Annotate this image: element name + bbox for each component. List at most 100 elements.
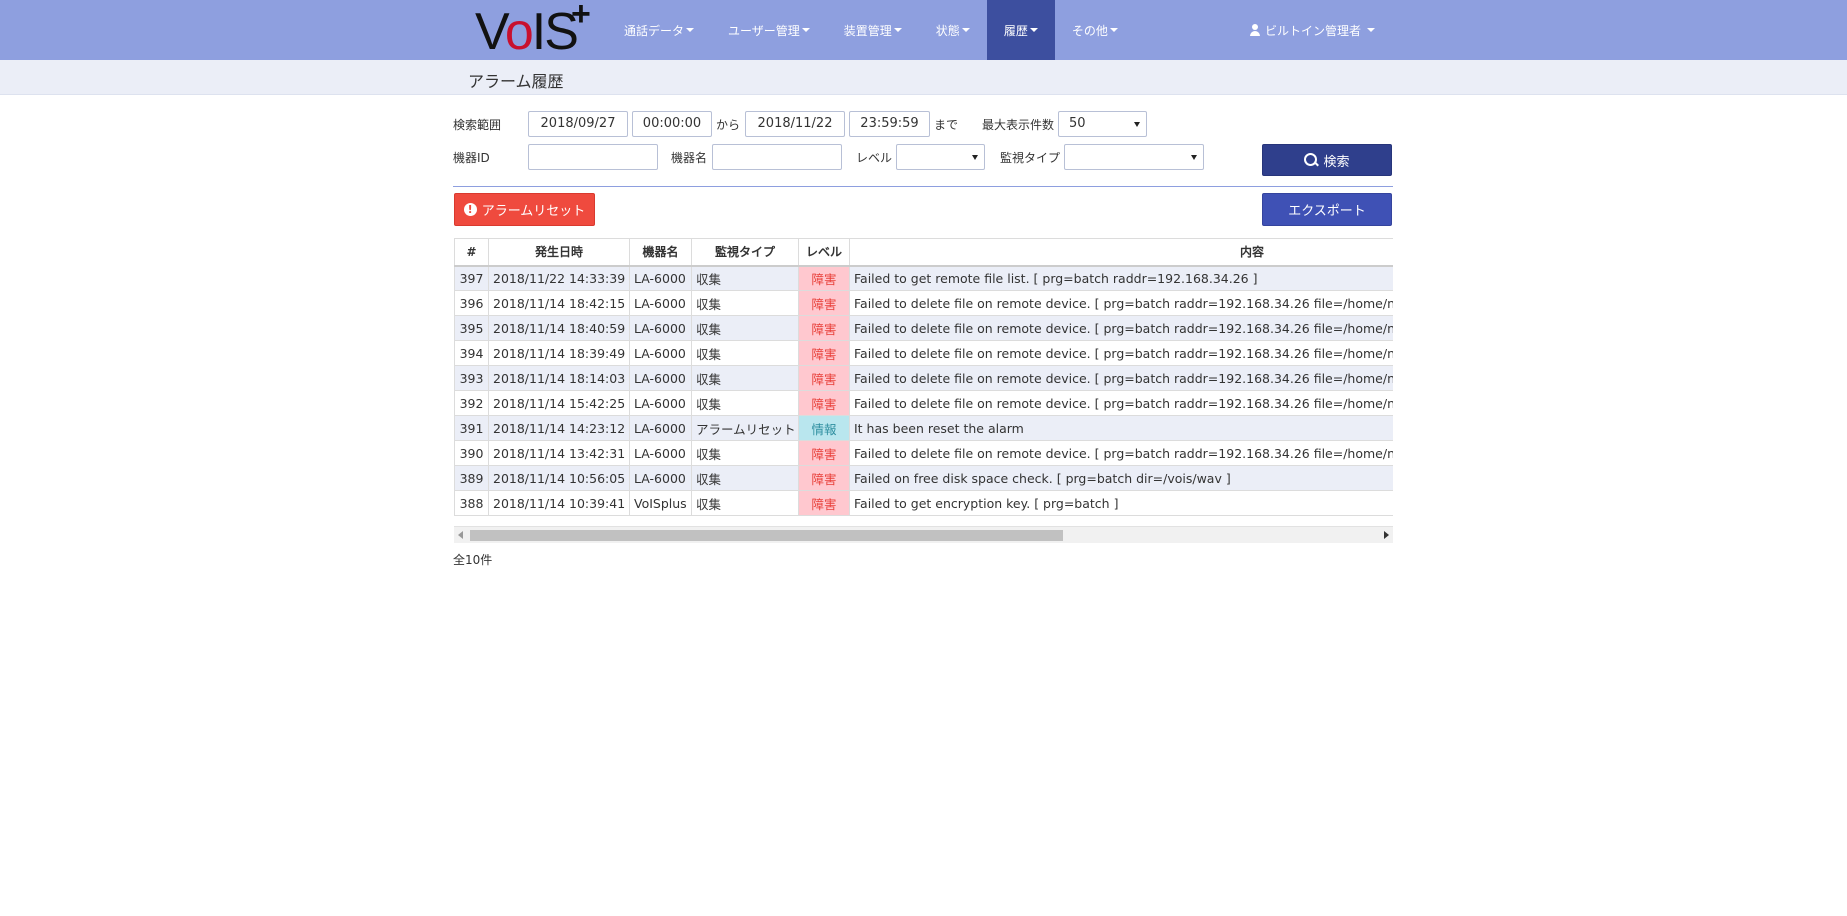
vois-logo[interactable]: VoIS + [471,0,594,61]
table-row[interactable]: 394 2018/11/14 18:39:49 LA-6000 収集 障害 Failed … [454,340,1393,366]
nav-status[interactable]: 状態 [919,0,987,60]
table-row[interactable]: 395 2018/11/14 18:40:59 LA-6000 収集 障害 Failed … [454,315,1393,341]
cell-level: 障害 [798,290,850,316]
caret-down-icon [893,28,902,32]
cell-number: 394 [454,340,489,366]
alarm-table: # 発生日時 機器名 監視タイプ レベル 内容 397 2018/11/22 14… [454,238,1393,516]
user-icon [1249,24,1261,36]
cell-level: 障害 [798,490,850,516]
cell-number: 396 [454,290,489,316]
nav-device-management[interactable]: 装置管理 [827,0,919,60]
cell-content: Failed to delete file on remote device. … [849,315,1393,341]
cell-number: 391 [454,415,489,441]
cell-number: 397 [454,265,489,291]
main-nav: 通話データ ユーザー管理 装置管理 状態 履歴 その他 [607,0,1135,60]
col-header-number[interactable]: # [454,238,489,267]
cell-level: 障害 [798,365,850,391]
table-row[interactable]: 388 2018/11/14 10:39:41 VoISplus 収集 障害 Failed… [454,490,1393,516]
cell-content: Failed to get remote file list. [ prg=ba… [849,265,1393,291]
cell-level: 障害 [798,340,850,366]
caret-down-icon [1367,28,1376,32]
max-count-label: 最大表示件数 [982,118,1055,132]
cell-datetime: 2018/11/14 18:42:15 [488,290,630,316]
table-row[interactable]: 392 2018/11/14 15:42:25 LA-6000 収集 障害 Failed … [454,390,1393,416]
scroll-right-arrow-icon[interactable] [1384,531,1389,539]
cell-number: 392 [454,390,489,416]
nav-user-management[interactable]: ユーザー管理 [711,0,827,60]
cell-monitor-type: アラームリセット [691,415,799,441]
from-date-input[interactable]: 2018/09/27 [528,111,628,137]
cell-monitor-type: 収集 [691,265,799,291]
col-header-level[interactable]: レベル [798,238,850,267]
cell-monitor-type: 収集 [691,390,799,416]
cell-datetime: 2018/11/14 10:56:05 [488,465,630,491]
table-row[interactable]: 390 2018/11/14 13:42:31 LA-6000 収集 障害 Failed … [454,440,1393,466]
to-date-input[interactable]: 2018/11/22 [745,111,845,137]
cell-monitor-type: 収集 [691,490,799,516]
dropdown-arrow-icon [1134,122,1140,127]
cell-datetime: 2018/11/14 10:39:41 [488,490,630,516]
cell-number: 389 [454,465,489,491]
table-row[interactable]: 397 2018/11/22 14:33:39 LA-6000 収集 障害 Failed … [454,265,1393,291]
cell-monitor-type: 収集 [691,365,799,391]
cell-datetime: 2018/11/14 15:42:25 [488,390,630,416]
device-name-input[interactable] [712,144,842,170]
nav-other[interactable]: その他 [1055,0,1135,60]
cell-content: Failed to get encryption key. [ prg=batc… [849,490,1393,516]
page-header: アラーム履歴 [0,60,1847,95]
user-name: ビルトイン管理者 [1265,23,1362,38]
cell-monitor-type: 収集 [691,465,799,491]
search-button[interactable]: 検索 [1262,144,1392,176]
cell-content: It has been reset the alarm [849,415,1393,441]
cell-number: 388 [454,490,489,516]
monitor-type-select[interactable] [1064,144,1204,170]
cell-content: Failed to delete file on remote device. … [849,340,1393,366]
user-menu[interactable]: ビルトイン管理者 [1249,0,1376,60]
col-header-monitor-type[interactable]: 監視タイプ [691,238,799,267]
device-id-label: 機器ID [453,151,490,165]
cell-datetime: 2018/11/14 13:42:31 [488,440,630,466]
device-id-input[interactable] [528,144,658,170]
cell-content: Failed to delete file on remote device. … [849,390,1393,416]
page-title: アラーム履歴 [468,72,564,91]
exclamation-icon: ! [463,203,477,216]
caret-down-icon [1029,28,1038,32]
col-header-device-name[interactable]: 機器名 [629,238,692,267]
cell-level: 障害 [798,465,850,491]
nav-history[interactable]: 履歴 [986,0,1055,60]
scroll-left-arrow-icon[interactable] [458,531,463,539]
cell-level: 障害 [798,390,850,416]
table-row[interactable]: 389 2018/11/14 10:56:05 LA-6000 収集 障害 Failed … [454,465,1393,491]
col-header-content[interactable]: 内容 [849,238,1393,267]
cell-device-name: LA-6000 [629,340,692,366]
to-suffix: まで [934,118,959,132]
table-row[interactable]: 393 2018/11/14 18:14:03 LA-6000 収集 障害 Failed … [454,365,1393,391]
nav-call-data[interactable]: 通話データ [607,0,711,60]
col-header-datetime[interactable]: 発生日時 [488,238,630,267]
cell-datetime: 2018/11/22 14:33:39 [488,265,630,291]
alarm-reset-button[interactable]: ! アラームリセット [454,193,595,226]
table-row[interactable]: 391 2018/11/14 14:23:12 LA-6000 アラームリセット 情報 I… [454,415,1393,441]
caret-down-icon [686,28,695,32]
cell-monitor-type: 収集 [691,340,799,366]
cell-device-name: LA-6000 [629,290,692,316]
max-count-select[interactable]: 50 [1058,111,1147,137]
level-label: レベル [856,151,893,165]
cell-monitor-type: 収集 [691,290,799,316]
table-row[interactable]: 396 2018/11/14 18:42:15 LA-6000 収集 障害 Failed … [454,290,1393,316]
level-select[interactable] [896,144,985,170]
cell-device-name: LA-6000 [629,365,692,391]
logo-text: VoIS [475,3,579,61]
from-suffix: から [716,118,741,132]
to-time-input[interactable]: 23:59:59 [849,111,930,137]
cell-device-name: LA-6000 [629,390,692,416]
cell-monitor-type: 収集 [691,440,799,466]
scroll-thumb[interactable] [470,530,1063,541]
horizontal-scrollbar[interactable] [454,526,1393,543]
export-button[interactable]: エクスポート [1262,193,1392,226]
cell-number: 393 [454,365,489,391]
range-label: 検索範囲 [453,118,502,132]
cell-content: Failed on free disk space check. [ prg=b… [849,465,1393,491]
from-time-input[interactable]: 00:00:00 [632,111,712,137]
caret-down-icon [1109,28,1118,32]
